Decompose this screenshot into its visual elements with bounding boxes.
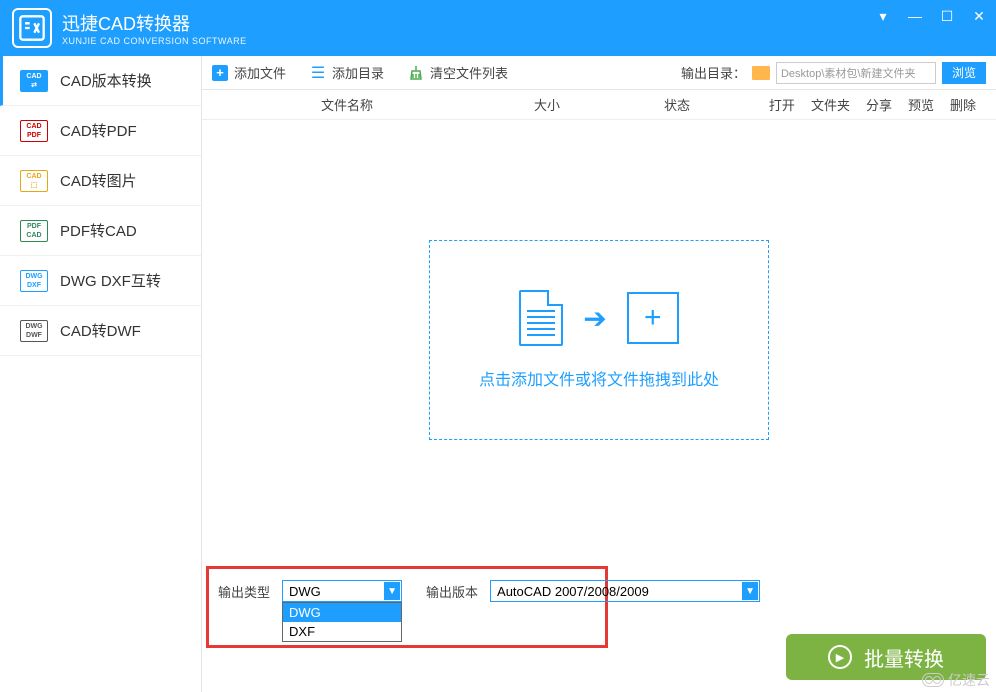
drop-zone-text: 点击添加文件或将文件拖拽到此处	[479, 366, 719, 390]
titlebar: 迅捷CAD转换器 XUNJIE CAD CONVERSION SOFTWARE …	[0, 0, 996, 56]
clear-list-button[interactable]: 清空文件列表	[408, 63, 508, 82]
output-type-label: 输出类型	[218, 582, 270, 601]
col-preview: 预览	[908, 95, 934, 114]
browse-button[interactable]: 浏览	[942, 62, 986, 84]
sidebar-item-dwg-dxf[interactable]: DWGDXF DWG DXF互转	[0, 256, 201, 306]
col-folder: 文件夹	[811, 95, 850, 114]
output-version-select[interactable]: AutoCAD 2007/2008/2009 ▼	[490, 580, 760, 602]
sidebar-item-label: CAD版本转换	[60, 70, 152, 91]
col-size: 大小	[482, 95, 612, 114]
app-title: 迅捷CAD转换器	[62, 10, 247, 36]
sidebar-item-label: CAD转DWF	[60, 320, 141, 341]
output-version-label: 输出版本	[426, 582, 478, 601]
sidebar-item-label: CAD转图片	[60, 170, 137, 191]
sidebar-item-cad-version[interactable]: CAD⇄ CAD版本转换	[0, 56, 201, 106]
chevron-down-icon: ▼	[742, 582, 758, 600]
main-area: + 添加文件 ☰ 添加目录 清空文件列表 输出目录： 浏览 文件	[202, 56, 996, 692]
output-dir-label: 输出目录：	[681, 63, 746, 82]
dropdown-option-dwg[interactable]: DWG	[283, 603, 401, 622]
watermark: 亿速云	[922, 670, 990, 690]
col-open: 打开	[769, 95, 795, 114]
table-header: 文件名称 大小 状态 打开 文件夹 分享 预览 删除	[202, 90, 996, 120]
menu-icon[interactable]: ▾	[874, 8, 892, 25]
app-logo	[12, 8, 52, 48]
chevron-down-icon: ▼	[384, 582, 400, 600]
sidebar-item-cad-pdf[interactable]: CADPDF CAD转PDF	[0, 106, 201, 156]
add-file-button[interactable]: + 添加文件	[212, 63, 286, 82]
document-icon	[519, 290, 563, 346]
list-icon: ☰	[310, 65, 326, 81]
sidebar-item-pdf-cad[interactable]: PDFCAD PDF转CAD	[0, 206, 201, 256]
col-filename: 文件名称	[212, 95, 482, 114]
sidebar-item-label: CAD转PDF	[60, 120, 137, 141]
app-subtitle: XUNJIE CAD CONVERSION SOFTWARE	[62, 36, 247, 46]
col-delete: 删除	[950, 95, 976, 114]
add-dir-button[interactable]: ☰ 添加目录	[310, 63, 384, 82]
col-status: 状态	[612, 95, 742, 114]
drop-zone[interactable]: ➔ + 点击添加文件或将文件拖拽到此处	[429, 240, 769, 440]
play-icon: ▶	[828, 645, 852, 669]
output-type-select[interactable]: DWG ▼	[282, 580, 402, 602]
bottom-bar: 输出类型 DWG ▼ DWG DXF 输出版本 AutoCAD 2007/200…	[202, 564, 996, 692]
col-share: 分享	[866, 95, 892, 114]
minimize-icon[interactable]: ―	[906, 8, 924, 25]
add-plus-icon: +	[627, 292, 679, 344]
toolbar: + 添加文件 ☰ 添加目录 清空文件列表 输出目录： 浏览	[202, 56, 996, 90]
output-dir-input[interactable]	[776, 62, 936, 84]
arrow-icon: ➔	[583, 302, 606, 335]
sidebar-item-cad-dwf[interactable]: DWGDWF CAD转DWF	[0, 306, 201, 356]
broom-icon	[408, 65, 424, 81]
dropdown-option-dxf[interactable]: DXF	[283, 622, 401, 641]
output-type-dropdown: DWG DXF	[282, 602, 402, 642]
sidebar-item-label: DWG DXF互转	[60, 270, 161, 291]
sidebar-item-cad-image[interactable]: CAD⬚ CAD转图片	[0, 156, 201, 206]
plus-icon: +	[212, 65, 228, 81]
sidebar-item-label: PDF转CAD	[60, 220, 137, 241]
maximize-icon[interactable]: ☐	[938, 8, 956, 25]
close-icon[interactable]: ✕	[970, 8, 988, 25]
folder-icon	[752, 66, 770, 80]
sidebar: CAD⇄ CAD版本转换 CADPDF CAD转PDF CAD⬚ CAD转图片 …	[0, 56, 202, 692]
watermark-icon	[922, 673, 944, 687]
